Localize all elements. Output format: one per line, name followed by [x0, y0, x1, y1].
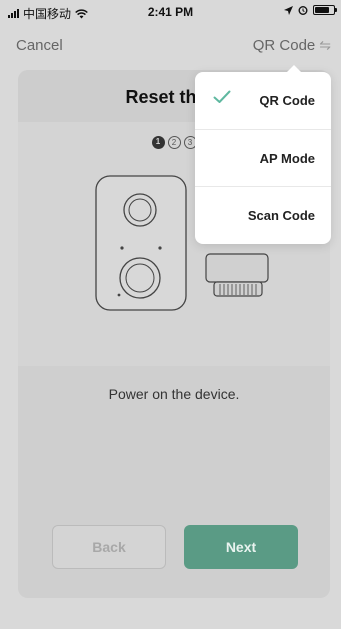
mode-toggle-button[interactable]: QR Code ⇋	[253, 37, 331, 54]
status-right	[284, 5, 337, 15]
battery-icon	[313, 5, 337, 15]
check-icon	[213, 90, 231, 103]
dropdown-item-label: AP Mode	[259, 151, 315, 166]
alarm-icon	[298, 6, 308, 15]
status-bar: 中国移动 2:41 PM	[0, 0, 341, 22]
nav-bar: Cancel QR Code ⇋	[0, 22, 341, 68]
dropdown-item-label: QR Code	[259, 93, 315, 108]
location-icon	[284, 5, 293, 15]
mode-dropdown-menu: QR Code AP Mode Scan Code	[195, 65, 331, 244]
next-button[interactable]: Next	[184, 525, 298, 569]
dropdown-item-qr-code[interactable]: QR Code	[195, 72, 331, 129]
step-2-dot: 2	[167, 136, 181, 149]
mode-label: QR Code	[252, 37, 316, 54]
dropdown-item-ap-mode[interactable]: AP Mode	[195, 129, 331, 186]
cancel-button[interactable]: Cancel	[16, 37, 63, 54]
back-button[interactable]: Back	[52, 525, 166, 569]
swap-icon: ⇋	[319, 37, 331, 53]
instruction-text: Power on the device.	[108, 386, 240, 402]
step-1-dot: 1	[151, 136, 165, 149]
dropdown-item-scan-code[interactable]: Scan Code	[195, 186, 331, 243]
dropdown-item-label: Scan Code	[247, 208, 315, 223]
